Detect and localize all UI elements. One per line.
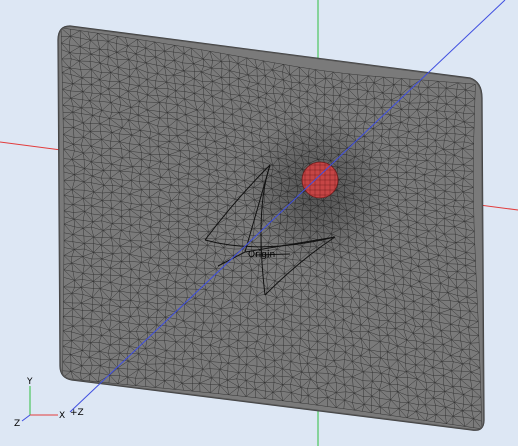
3d-viewport[interactable]: Origin Y X Z +Z [0,0,518,446]
scene-triad-label: Origin [248,250,275,260]
corner-y-label: Y [26,377,33,387]
corner-z-label: Z [14,419,20,429]
mesh-plate[interactable] [57,25,485,431]
refined-sphere[interactable] [301,161,339,199]
corner-view-label: +Z [70,408,84,418]
mesh-scene[interactable]: Origin Y X Z +Z [0,0,518,446]
corner-orientation-triad: Y X Z +Z [14,377,84,429]
corner-x-label: X [59,411,65,421]
